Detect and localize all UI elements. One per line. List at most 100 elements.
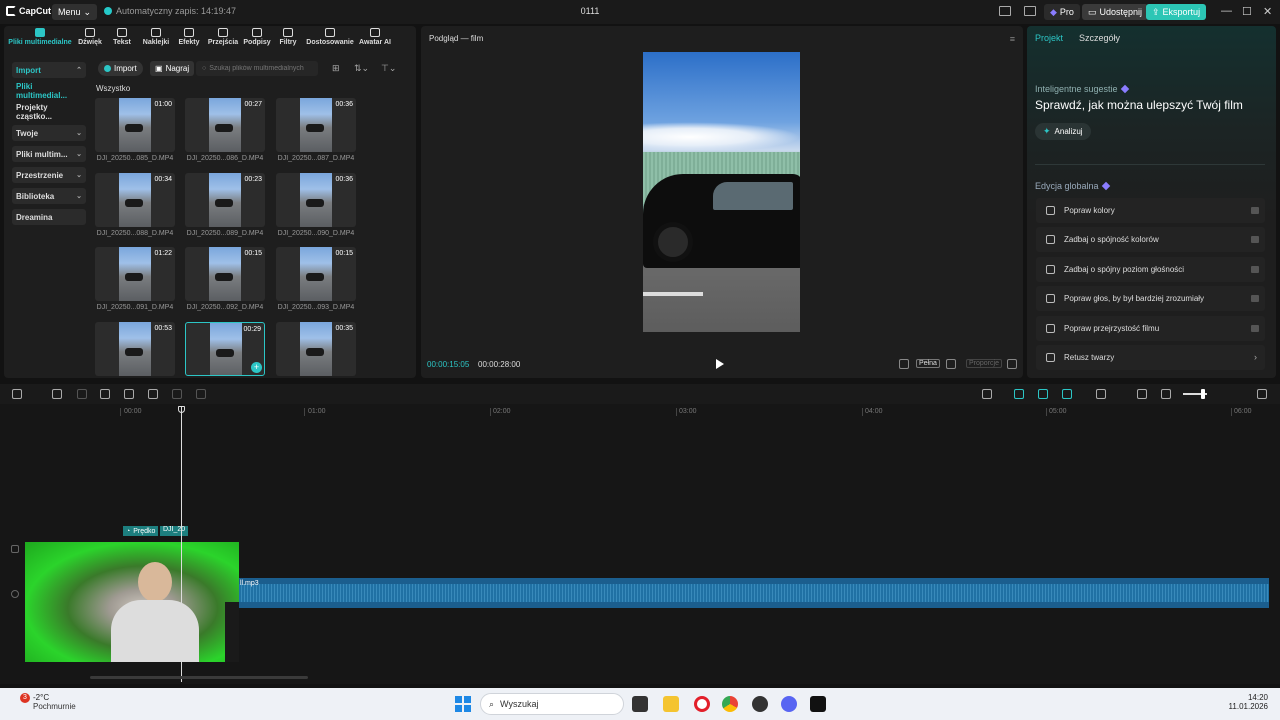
video-clip-label[interactable]: DJI_20 xyxy=(160,526,189,536)
tab-captions[interactable]: Podpisy xyxy=(242,28,272,46)
taskbar-search[interactable]: ⌕ Wyszukaj xyxy=(480,693,624,715)
add-to-timeline-icon[interactable]: + xyxy=(251,362,262,373)
option-toggle[interactable] xyxy=(1251,325,1259,332)
media-thumb[interactable]: 00:53 xyxy=(95,322,175,376)
speed-clip-label[interactable]: ◔ Prędko xyxy=(123,526,159,536)
media-thumb[interactable]: 00:23 xyxy=(185,173,265,227)
trim-right-icon[interactable] xyxy=(148,389,158,399)
media-thumb[interactable]: 01:00 xyxy=(95,98,175,152)
undo-icon[interactable] xyxy=(52,389,62,399)
tab-project[interactable]: Projekt xyxy=(1035,33,1063,43)
menu-button[interactable]: Menu ⌄ xyxy=(52,4,98,20)
minimize-button[interactable]: — xyxy=(1221,5,1232,17)
analyze-button[interactable]: ✦ Analizuj xyxy=(1035,123,1091,140)
record-button[interactable]: ▣ Nagraj xyxy=(150,61,195,76)
option-video-clarity[interactable]: Popraw przejrzystość filmu xyxy=(1036,316,1265,341)
zoom-fit-icon[interactable] xyxy=(1257,389,1267,399)
trim-left-icon[interactable] xyxy=(124,389,134,399)
side-item-yours[interactable]: Twoje ⌄ xyxy=(12,125,86,141)
playhead[interactable] xyxy=(181,406,182,682)
horizontal-scrollbar[interactable] xyxy=(90,676,308,679)
microphone-icon[interactable] xyxy=(982,389,992,399)
marker-icon[interactable] xyxy=(196,389,206,399)
media-thumb[interactable]: 00:34 xyxy=(95,173,175,227)
grid-view-icon[interactable]: ⊞ xyxy=(332,63,340,74)
crop-icon[interactable] xyxy=(899,359,909,369)
option-toggle[interactable] xyxy=(1251,207,1259,214)
select-cursor-icon[interactable] xyxy=(12,389,22,399)
option-voice-enhance[interactable]: Popraw głos, by był bardziej zrozumiały xyxy=(1036,286,1265,311)
fullscreen-icon[interactable] xyxy=(1007,359,1017,369)
link-main-track-icon[interactable] xyxy=(1014,389,1024,399)
weather-widget[interactable]: 3 -2°C Pochmurnie xyxy=(10,693,76,711)
tab-details[interactable]: Szczegóły xyxy=(1079,33,1120,43)
export-button[interactable]: ⇪ Eksportuj xyxy=(1146,4,1207,20)
media-thumb[interactable]: 00:35 xyxy=(276,322,356,376)
close-button[interactable]: ✕ xyxy=(1263,5,1272,18)
windows-start-icon[interactable] xyxy=(455,696,471,712)
media-thumb-selected[interactable]: 00:29 + xyxy=(185,322,265,376)
screenshot-icon[interactable] xyxy=(946,359,956,369)
option-toggle[interactable] xyxy=(1251,266,1259,273)
system-clock[interactable]: 14:20 11.01.2026 xyxy=(1229,693,1268,711)
share-button[interactable]: ▭ Udostępnij xyxy=(1082,4,1149,20)
tab-filters[interactable]: Filtry xyxy=(276,28,300,46)
magnet-icon[interactable] xyxy=(1038,389,1048,399)
media-thumb[interactable]: 00:36 xyxy=(276,173,356,227)
option-volume-levels[interactable]: Zadbaj o spójny poziom głośności xyxy=(1036,257,1265,282)
github-icon[interactable] xyxy=(752,696,768,712)
video-preview[interactable] xyxy=(643,52,800,332)
tab-text[interactable]: Tekst xyxy=(110,28,134,46)
side-item-media[interactable]: Pliki multimedial... xyxy=(12,82,86,100)
side-item-compound-projects[interactable]: Projekty cząstko... xyxy=(12,103,86,121)
zoom-out-icon[interactable] xyxy=(1161,389,1171,399)
maximize-button[interactable]: ☐ xyxy=(1242,5,1252,18)
split-icon[interactable] xyxy=(100,389,110,399)
media-thumb[interactable]: 01:22 xyxy=(95,247,175,301)
video-track-icon[interactable] xyxy=(11,545,19,553)
discord-icon[interactable] xyxy=(781,696,797,712)
file-explorer-icon[interactable] xyxy=(663,696,679,712)
zoom-slider-handle[interactable] xyxy=(1201,389,1205,399)
tab-adjust[interactable]: Dostosowanie xyxy=(306,28,354,46)
redo-icon[interactable] xyxy=(77,389,87,399)
option-toggle[interactable] xyxy=(1251,295,1259,302)
caption-track-icon[interactable] xyxy=(1137,389,1147,399)
option-face-retouch[interactable]: Retusz twarzy › xyxy=(1036,345,1265,370)
import-button[interactable]: Import xyxy=(98,61,143,76)
preview-menu-icon[interactable]: ≡ xyxy=(1010,34,1015,44)
chrome-icon[interactable] xyxy=(722,696,738,712)
preview-axis-icon[interactable] xyxy=(1096,389,1106,399)
layout-icon[interactable] xyxy=(999,6,1011,16)
sort-icon[interactable]: ⇅⌄ xyxy=(354,63,369,74)
option-fix-colors[interactable]: Popraw kolory xyxy=(1036,198,1265,223)
side-item-spaces[interactable]: Przestrzenie ⌄ xyxy=(12,167,86,183)
option-color-match[interactable]: Zadbaj o spójność kolorów xyxy=(1036,227,1265,252)
media-thumb[interactable]: 00:15 xyxy=(185,247,265,301)
side-item-import[interactable]: Import ⌃ xyxy=(12,62,86,78)
tab-stickers[interactable]: Naklejki xyxy=(140,28,172,46)
tab-audio[interactable]: Dźwięk xyxy=(76,28,104,46)
opera-icon[interactable] xyxy=(694,696,710,712)
media-thumb[interactable]: 00:36 xyxy=(276,98,356,152)
option-toggle[interactable] xyxy=(1251,236,1259,243)
side-item-media-files[interactable]: Pliki multim... ⌄ xyxy=(12,146,86,162)
side-item-dreamina[interactable]: Dreamina xyxy=(12,209,86,225)
filter-icon[interactable]: ⊤⌄ xyxy=(381,63,396,74)
linkage-icon[interactable] xyxy=(1062,389,1072,399)
playhead-handle[interactable] xyxy=(178,406,185,413)
media-search-input[interactable] xyxy=(209,65,310,72)
tab-media[interactable]: Pliki multimedialne xyxy=(8,28,72,46)
pro-button[interactable]: ◆ Pro xyxy=(1044,4,1080,20)
media-thumb[interactable]: 00:27 xyxy=(185,98,265,152)
media-thumb[interactable]: 00:15 xyxy=(276,247,356,301)
play-icon[interactable] xyxy=(716,359,724,369)
tab-ai-avatar[interactable]: Awatar AI xyxy=(358,28,392,46)
media-search[interactable]: ○ xyxy=(196,61,318,76)
delete-icon[interactable] xyxy=(172,389,182,399)
side-item-library[interactable]: Biblioteka ⌄ xyxy=(12,188,86,204)
capcut-taskbar-icon[interactable] xyxy=(810,696,826,712)
tab-transitions[interactable]: Przejścia xyxy=(206,28,240,46)
audio-clip[interactable]: ll.mp3 xyxy=(238,578,1269,608)
settings-panel-icon[interactable] xyxy=(1024,6,1036,16)
